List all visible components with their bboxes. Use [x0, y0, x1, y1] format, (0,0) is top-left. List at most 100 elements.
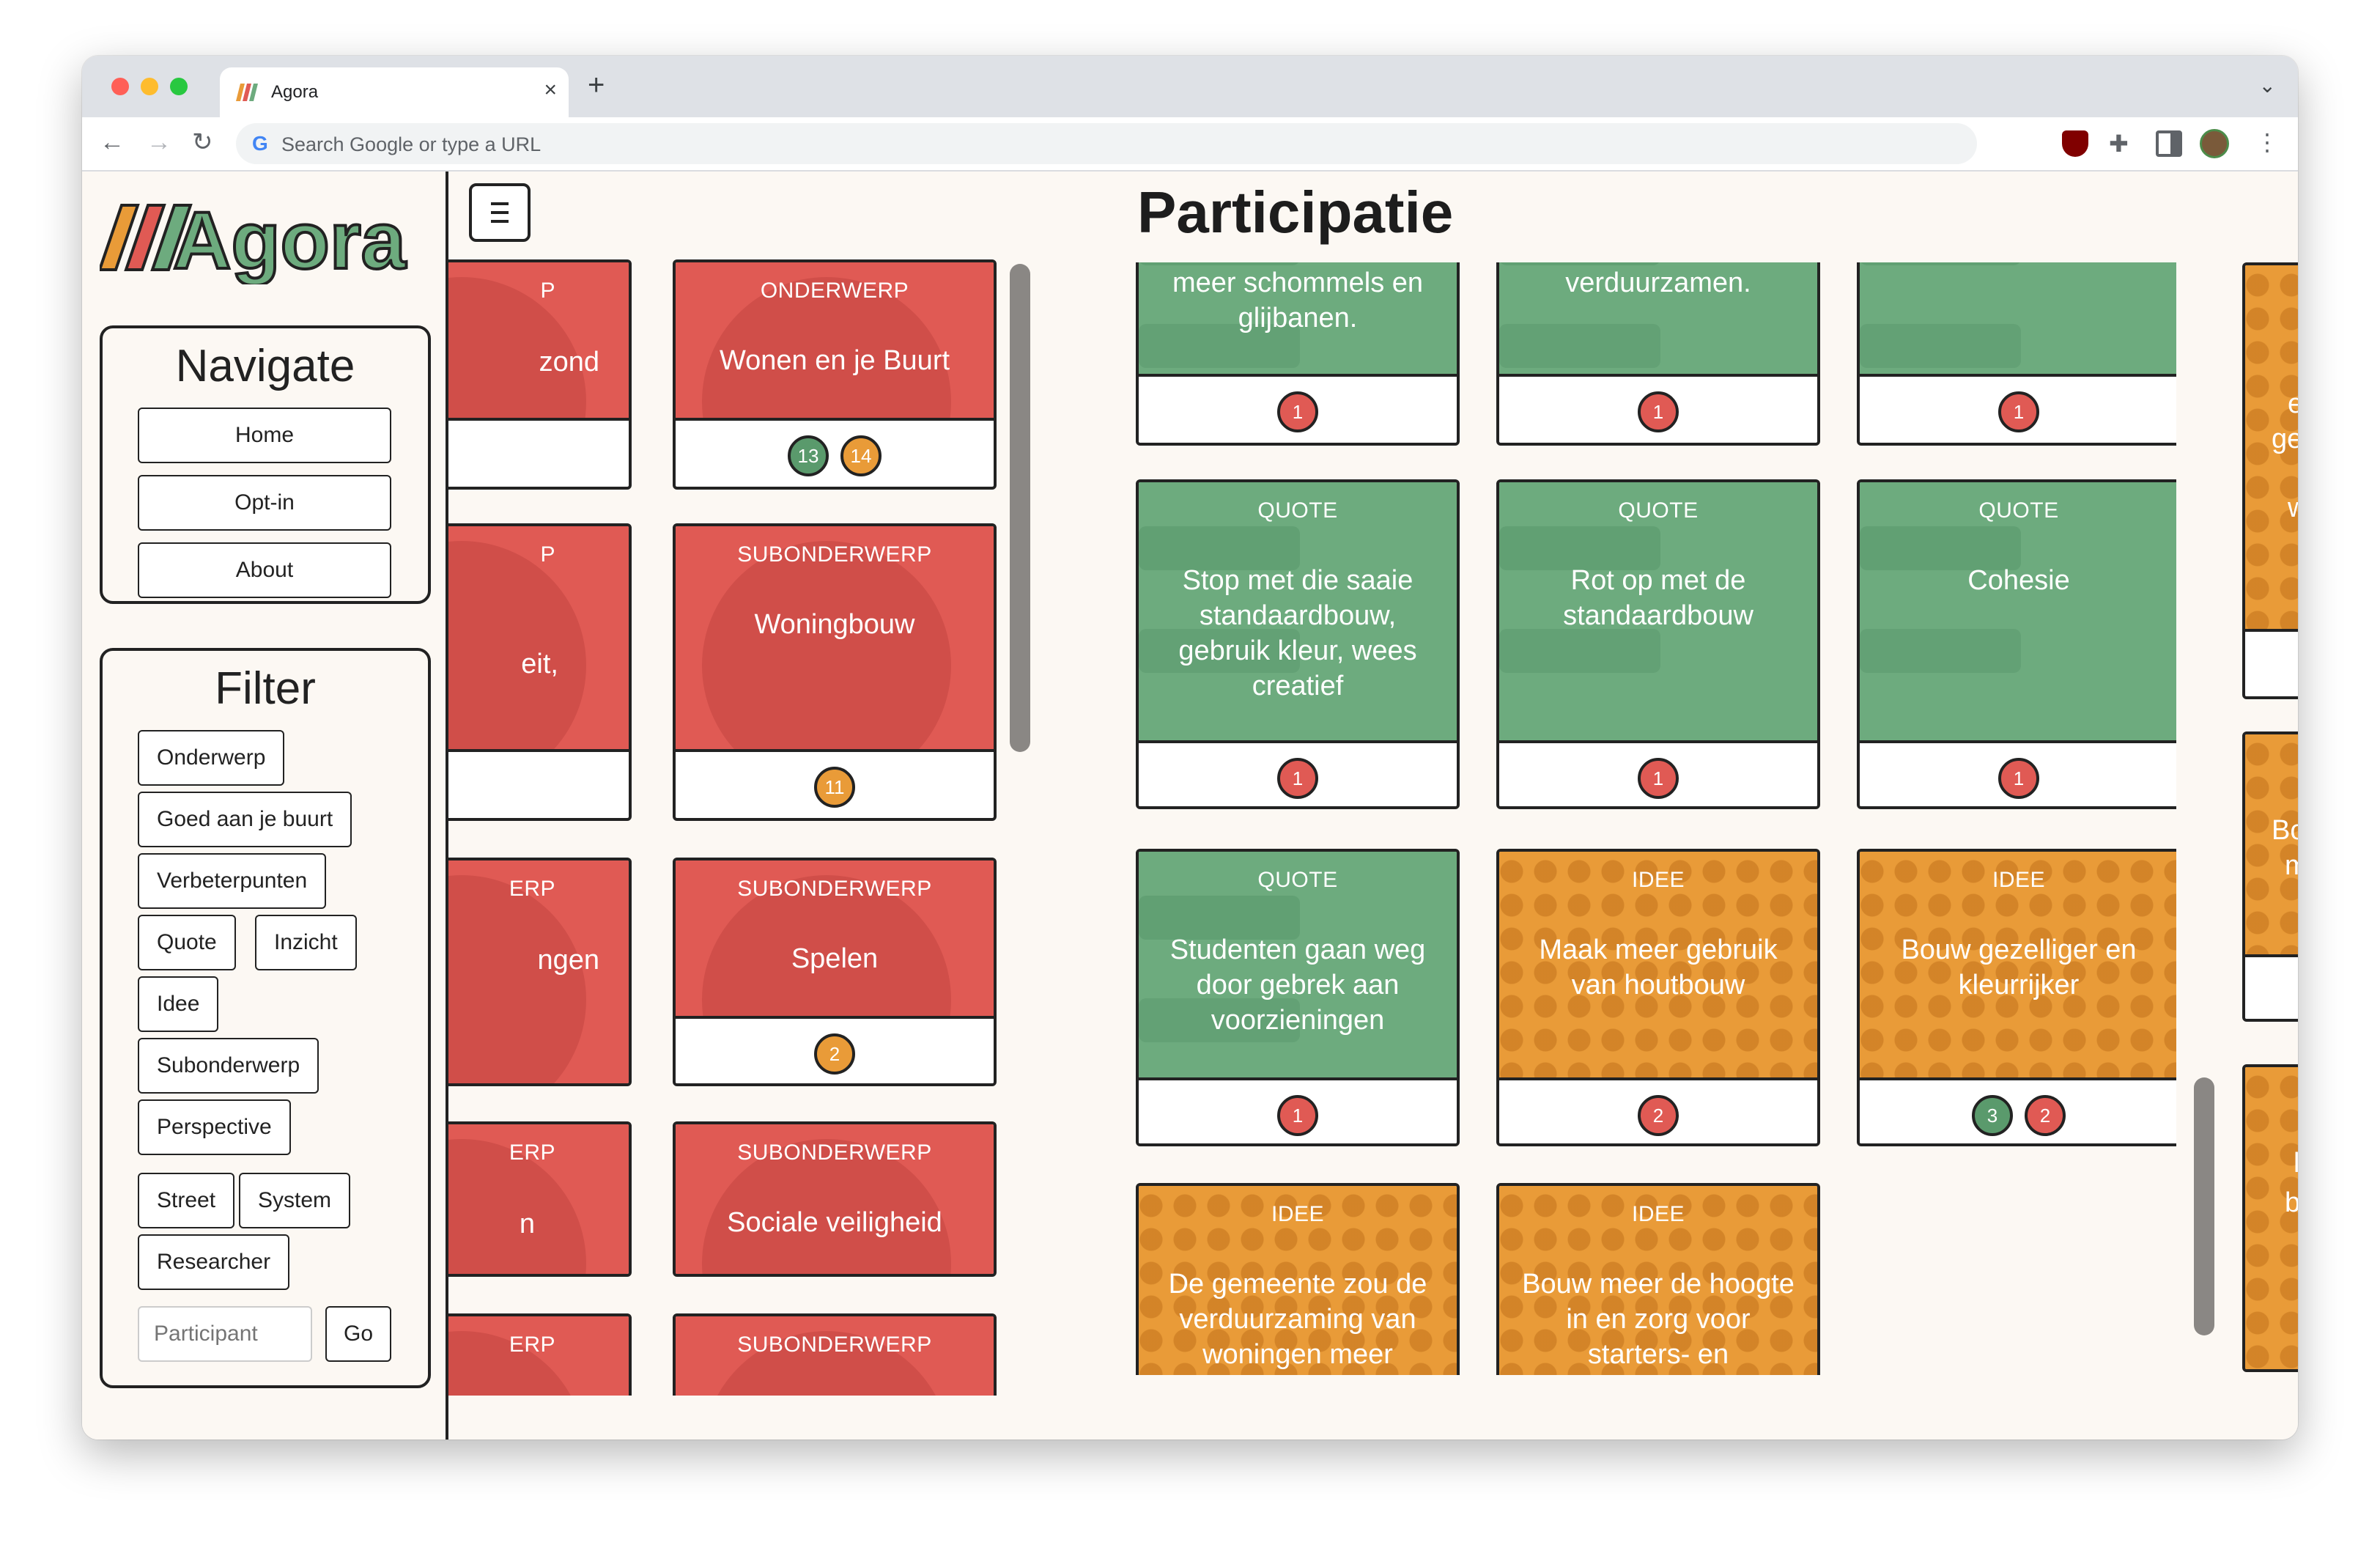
count-badge: 1 — [1277, 1095, 1318, 1136]
filter-researcher[interactable]: Researcher — [138, 1234, 290, 1290]
subtopic-card[interactable]: SUBONDERWERP Woningbouw 11 — [673, 523, 997, 821]
quote-card[interactable]: verduurzamen. 1 — [1496, 262, 1820, 446]
nav-opt-in-button[interactable]: Opt-in — [138, 475, 391, 531]
card-type: IDEE — [1631, 868, 1685, 892]
quote-card[interactable]: meer schommels en glijbanen. 1 — [1136, 262, 1460, 446]
profile-avatar[interactable] — [2200, 129, 2229, 158]
left-column-scrollbar[interactable] — [1010, 264, 1030, 752]
card-type: QUOTE — [1618, 498, 1699, 523]
count-badge: 3 — [1972, 1095, 2013, 1136]
count-badge: 1 — [1638, 758, 1679, 799]
filter-street[interactable]: Street — [138, 1173, 235, 1228]
card-type: IDEE — [1271, 1202, 1325, 1226]
card-type: QUOTE — [1257, 868, 1338, 892]
count-badge: 13 — [788, 435, 829, 476]
idea-card[interactable]: IDEE De gemeente zou de verduurzaming va… — [1136, 1183, 1460, 1375]
tab-close-icon[interactable]: × — [544, 78, 557, 103]
card-text: Cohesie — [1967, 565, 2070, 596]
agora-logo[interactable]: Agora — [100, 189, 429, 284]
filter-onderwerp[interactable]: Onderwerp — [138, 730, 285, 786]
agora-page: P zond P eit, ERP ngen ERP n ERP ONDERWE… — [82, 172, 2298, 1440]
tab-search-chevron-icon[interactable]: ⌄ — [2259, 73, 2276, 97]
card-type: IDEE — [1631, 1202, 1685, 1226]
card-text: De gemeente zou de verduurzaming van won… — [1168, 1269, 1427, 1370]
filter-subonderwerp[interactable]: Subonderwerp — [138, 1038, 319, 1094]
count-badge: 1 — [1277, 758, 1318, 799]
count-badge: 1 — [1998, 391, 2039, 432]
card-text: Spelen — [791, 943, 879, 974]
tab-title: Agora — [271, 82, 319, 102]
card-text: Bouw gezelliger en kleurrijker — [1901, 935, 2137, 1000]
count-badge: 14 — [840, 435, 882, 476]
partial-card[interactable]: ERP ngen — [448, 858, 632, 1086]
subtopic-card[interactable]: SUBONDERWERP Sociale veiligheid — [673, 1121, 997, 1277]
card-type: ONDERWERP — [760, 279, 909, 303]
svg-text:Agora: Agora — [173, 196, 407, 284]
go-button[interactable]: Go — [325, 1306, 391, 1362]
filter-perspective[interactable]: Perspective — [138, 1099, 291, 1155]
filter-inzicht[interactable]: Inzicht — [255, 915, 357, 970]
filter-quote[interactable]: Quote — [138, 915, 236, 970]
close-window-button[interactable] — [111, 78, 129, 95]
new-tab-icon[interactable]: + — [588, 70, 605, 100]
count-badge: 2 — [2025, 1095, 2066, 1136]
minimize-window-button[interactable] — [141, 78, 158, 95]
topic-card[interactable]: ONDERWERP Wonen en je Buurt 13 14 — [673, 259, 997, 490]
agora-favicon-icon — [236, 84, 258, 101]
card-type: SUBONDERWERP — [737, 1140, 932, 1165]
column-title-participatie: Participatie — [1137, 180, 1454, 245]
quote-card[interactable]: QUOTE Studenten gaan weg door gebrek aan… — [1136, 849, 1460, 1146]
subtopic-card[interactable]: SUBONDERWERP — [673, 1313, 997, 1396]
card-type: IDEE — [1992, 868, 2046, 892]
card-text: Maak meer gebruik van houtbouw — [1539, 935, 1778, 1000]
count-badge: 1 — [1638, 391, 1679, 432]
quote-card[interactable]: QUOTE Rot op met de standaardbouw 1 — [1496, 479, 1820, 809]
idea-card[interactable]: IDEE Bouw gezelliger en kleurrijker 32 — [1857, 849, 2176, 1146]
nav-about-button[interactable]: About — [138, 542, 391, 598]
count-badge: 1 — [1277, 391, 1318, 432]
menu-toggle-button[interactable] — [469, 183, 531, 242]
maximize-window-button[interactable] — [170, 78, 188, 95]
subtopic-card[interactable]: SUBONDERWERP Spelen 2 — [673, 858, 997, 1086]
quote-card[interactable]: QUOTE Stop met die saaie standaardbouw, … — [1136, 479, 1460, 809]
idea-card[interactable]: IDEE Maak meer gebruik van houtbouw 2 — [1496, 849, 1820, 1146]
partial-card[interactable]: P eit, — [448, 523, 632, 821]
count-badge: 2 — [1638, 1095, 1679, 1136]
participant-input[interactable] — [138, 1306, 312, 1362]
filter-panel: Filter Onderwerp Goed aan je buurt Verbe… — [100, 648, 431, 1388]
filter-goed-aan-je-buurt[interactable]: Goed aan je buurt — [138, 792, 352, 847]
forward-arrow-icon[interactable]: → — [147, 128, 171, 157]
browser-toolbar: ← → ↻ G Search Google or type a URL ✚ ⋮ — [82, 117, 2298, 172]
nav-home-button[interactable]: Home — [138, 408, 391, 463]
browser-tab[interactable]: Agora × — [220, 67, 569, 117]
quote-card[interactable]: QUOTE Cohesie 1 — [1857, 479, 2176, 809]
address-bar[interactable]: G Search Google or type a URL — [236, 123, 1977, 164]
back-arrow-icon[interactable]: ← — [100, 128, 125, 157]
hamburger-icon-line — [491, 220, 509, 223]
card-type: QUOTE — [1978, 498, 2059, 523]
partial-card[interactable]: e ge w — [2242, 262, 2298, 699]
filter-system[interactable]: System — [239, 1173, 351, 1228]
partial-card[interactable]: P zond — [448, 259, 632, 490]
tab-strip: Agora × + ⌄ — [82, 56, 2298, 117]
card-text: Rot op met de standaardbouw — [1563, 565, 1753, 631]
reload-icon[interactable]: ↻ — [192, 128, 213, 157]
address-bar-placeholder: Search Google or type a URL — [281, 133, 542, 155]
card-text: Studenten gaan weg door gebrek aan voorz… — [1169, 935, 1426, 1036]
ublock-extension-icon[interactable] — [2062, 130, 2088, 157]
partial-card[interactable]: Bo m — [2242, 731, 2298, 1022]
partial-card[interactable]: ERP — [448, 1313, 632, 1396]
card-text: meer schommels en glijbanen. — [1172, 268, 1424, 333]
extensions-puzzle-icon[interactable]: ✚ — [2109, 130, 2135, 157]
partial-card[interactable]: ERP n — [448, 1121, 632, 1277]
partial-card[interactable]: l b — [2242, 1064, 2298, 1372]
right-cards: e ge w Bo m l b — [2242, 262, 2298, 1375]
quote-card[interactable]: 1 — [1857, 262, 2176, 446]
hamburger-icon — [491, 202, 509, 205]
filter-idee[interactable]: Idee — [138, 976, 219, 1032]
browser-menu-kebab-icon[interactable]: ⋮ — [2255, 128, 2279, 157]
idea-card[interactable]: IDEE Bouw meer de hoogte in en zorg voor… — [1496, 1183, 1820, 1375]
filter-verbeterpunten[interactable]: Verbeterpunten — [138, 853, 327, 909]
participatie-scrollbar[interactable] — [2194, 1077, 2214, 1335]
side-panel-icon[interactable] — [2156, 130, 2182, 157]
